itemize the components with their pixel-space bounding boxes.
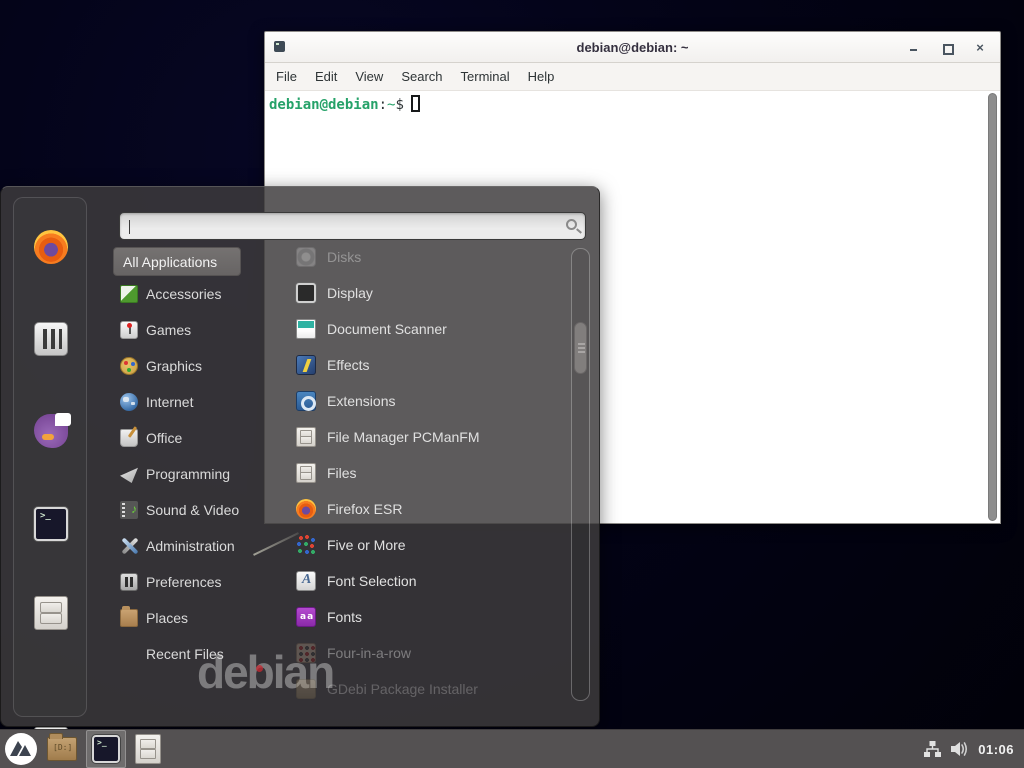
category-all-applications[interactable]: All Applications bbox=[113, 247, 241, 276]
menu-file[interactable]: File bbox=[267, 69, 306, 84]
category-accessories[interactable]: Accessories bbox=[113, 276, 265, 312]
sound-video-icon bbox=[120, 501, 138, 519]
document-scanner-icon bbox=[296, 319, 316, 339]
terminal-cursor bbox=[411, 95, 420, 112]
menu-view[interactable]: View bbox=[346, 69, 392, 84]
app-item-extensions[interactable]: Extensions bbox=[265, 383, 567, 419]
category-list: All Applications Accessories Games Graph… bbox=[113, 247, 265, 672]
desktop: debian@debian: ~ × File Edit View Search… bbox=[0, 0, 1024, 768]
terminal-window-icon bbox=[274, 41, 285, 52]
games-icon bbox=[120, 321, 138, 339]
menu-search[interactable]: Search bbox=[392, 69, 451, 84]
app-item-files[interactable]: Files bbox=[265, 455, 567, 491]
gdebi-icon bbox=[296, 679, 316, 699]
file-cabinet-icon bbox=[296, 463, 316, 483]
network-icon[interactable] bbox=[923, 740, 942, 759]
category-administration[interactable]: Administration bbox=[113, 528, 265, 564]
preferences-icon bbox=[120, 573, 138, 591]
firefox-icon[interactable] bbox=[34, 230, 68, 264]
app-item-document-scanner[interactable]: Document Scanner bbox=[265, 311, 567, 347]
terminal-menubar: File Edit View Search Terminal Help bbox=[265, 63, 1000, 91]
app-item-gdebi-package-installer[interactable]: GDebi Package Installer bbox=[265, 671, 567, 703]
file-manager-button[interactable] bbox=[42, 730, 82, 768]
file-cabinet-icon bbox=[296, 427, 316, 447]
internet-icon bbox=[120, 393, 138, 411]
category-games[interactable]: Games bbox=[113, 312, 265, 348]
firefox-icon bbox=[296, 499, 316, 519]
taskbar: 01:06 bbox=[0, 729, 1024, 768]
prompt-colon: : bbox=[379, 97, 387, 113]
category-preferences[interactable]: Preferences bbox=[113, 564, 265, 600]
search-icon bbox=[566, 219, 577, 230]
fonts-icon bbox=[296, 607, 316, 627]
minimize-button[interactable] bbox=[908, 42, 920, 54]
application-list: Disks Display Document Scanner Effects E… bbox=[265, 239, 567, 703]
category-programming[interactable]: Programming bbox=[113, 456, 265, 492]
terminal-title: debian@debian: ~ bbox=[265, 40, 1000, 55]
applications-menu-button[interactable] bbox=[0, 730, 42, 768]
effects-icon bbox=[296, 355, 316, 375]
app-item-display[interactable]: Display bbox=[265, 275, 567, 311]
close-button[interactable]: × bbox=[974, 42, 986, 54]
disks-icon bbox=[296, 247, 316, 267]
programming-icon bbox=[120, 465, 138, 483]
accessories-icon bbox=[120, 285, 138, 303]
places-icon bbox=[120, 609, 138, 627]
app-item-five-or-more[interactable]: Five or More bbox=[265, 527, 567, 563]
office-icon bbox=[120, 429, 138, 447]
maximize-button[interactable] bbox=[941, 42, 953, 54]
four-in-a-row-icon bbox=[296, 643, 316, 663]
terminal-icon[interactable] bbox=[34, 507, 68, 541]
five-or-more-icon bbox=[296, 535, 316, 555]
category-places[interactable]: Places bbox=[113, 600, 265, 636]
pidgin-icon[interactable] bbox=[34, 414, 68, 448]
applications-menu-icon bbox=[4, 732, 38, 766]
terminal-titlebar[interactable]: debian@debian: ~ × bbox=[265, 32, 1000, 63]
category-graphics[interactable]: Graphics bbox=[113, 348, 265, 384]
category-sound-video[interactable]: Sound & Video bbox=[113, 492, 265, 528]
file-cabinet-icon[interactable] bbox=[34, 596, 68, 630]
terminal-scrollbar[interactable] bbox=[988, 93, 997, 521]
extensions-icon bbox=[296, 391, 316, 411]
app-item-file-manager-pcmanfm[interactable]: File Manager PCManFM bbox=[265, 419, 567, 455]
terminal-icon bbox=[92, 735, 120, 763]
menu-scrollbar-track[interactable] bbox=[571, 248, 590, 701]
administration-icon bbox=[120, 537, 138, 555]
favorites-sidebar bbox=[13, 197, 87, 717]
graphics-icon bbox=[120, 357, 138, 375]
file-cabinet-icon bbox=[135, 734, 161, 764]
app-item-fonts[interactable]: Fonts bbox=[265, 599, 567, 635]
search-input[interactable] bbox=[119, 212, 586, 240]
window-controls: × bbox=[908, 32, 986, 63]
category-office[interactable]: Office bbox=[113, 420, 265, 456]
app-item-four-in-a-row[interactable]: Four-in-a-row bbox=[265, 635, 567, 671]
terminal-task-button[interactable] bbox=[86, 730, 126, 768]
settings-sliders-icon[interactable] bbox=[34, 322, 68, 356]
menu-help[interactable]: Help bbox=[519, 69, 564, 84]
application-menu: debian All Applications Accessories bbox=[0, 186, 600, 727]
app-item-disks[interactable]: Disks bbox=[265, 239, 567, 275]
taskbar-clock[interactable]: 01:06 bbox=[978, 742, 1014, 757]
prompt-dollar: $ bbox=[395, 97, 403, 113]
font-selection-icon bbox=[296, 571, 316, 591]
menu-terminal[interactable]: Terminal bbox=[452, 69, 519, 84]
system-tray: 01:06 bbox=[923, 740, 1024, 759]
folder-icon bbox=[47, 737, 77, 761]
app-item-effects[interactable]: Effects bbox=[265, 347, 567, 383]
prompt-user: debian@debian bbox=[269, 97, 379, 113]
category-internet[interactable]: Internet bbox=[113, 384, 265, 420]
app-item-font-selection[interactable]: Font Selection bbox=[265, 563, 567, 599]
files-button[interactable] bbox=[126, 730, 170, 768]
menu-scrollbar-thumb[interactable] bbox=[574, 322, 587, 374]
volume-icon[interactable] bbox=[950, 740, 970, 758]
category-recent-files[interactable]: Recent Files bbox=[113, 636, 265, 672]
search-caret bbox=[129, 220, 130, 234]
menu-edit[interactable]: Edit bbox=[306, 69, 346, 84]
app-item-firefox-esr[interactable]: Firefox ESR bbox=[265, 491, 567, 527]
display-icon bbox=[296, 283, 316, 303]
